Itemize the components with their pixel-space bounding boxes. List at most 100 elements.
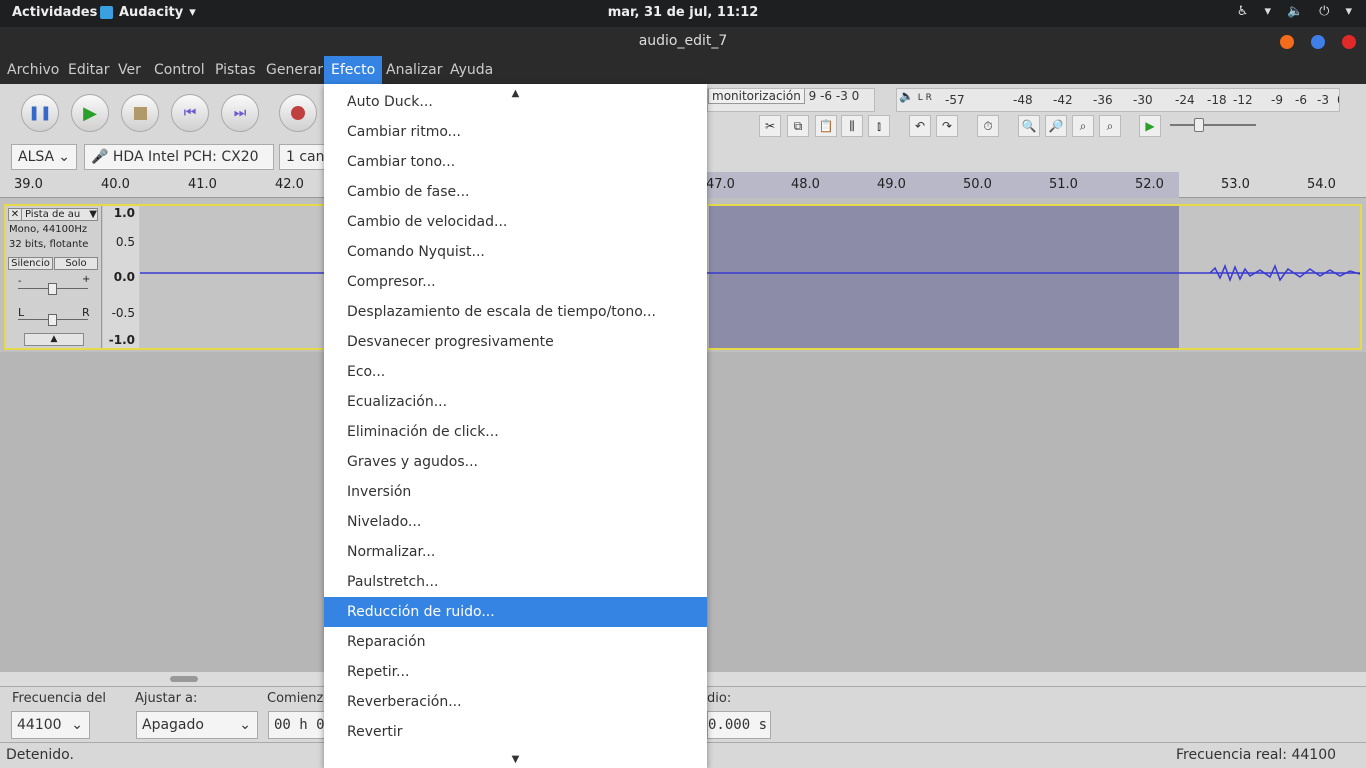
activities-button[interactable]: Actividades [12,5,97,20]
ruler-tick: 42.0 [275,177,304,192]
fit-selection-icon: ⌕ [1079,118,1087,133]
selection-start-value: 00 h 00 [274,717,325,733]
end-label: dio: [707,691,732,706]
menu-item[interactable]: Eco... [324,357,707,387]
play-speed-slider[interactable] [1170,124,1256,126]
menu-editar[interactable]: Editar [61,56,116,84]
menu-item[interactable]: Cambio de velocidad... [324,207,707,237]
skip-end-button[interactable]: ⏭ [221,94,259,132]
menu-item[interactable]: Auto Duck... [324,87,707,117]
project-rate-select[interactable]: 44100 ⌄ [11,711,90,739]
audio-host-select[interactable]: ALSA ⌄ [11,144,77,170]
menu-item[interactable]: Nivelado... [324,507,707,537]
play-button[interactable]: ▶ [71,94,109,132]
chevron-down-icon[interactable]: ▾ [1345,4,1352,19]
solo-button[interactable]: Solo [54,257,98,270]
skip-start-button[interactable]: ⏮ [171,94,209,132]
track-name-bar[interactable]: ✕ Pista de au ▼ [8,208,98,221]
waveform-area[interactable] [140,206,1360,348]
menu-ayuda[interactable]: Ayuda [443,56,500,84]
menu-archivo[interactable]: Archivo [0,56,66,84]
chevron-down-icon[interactable]: ▼ [89,209,97,220]
record-meter[interactable]: monitorización 9 -6 -3 0 [707,88,875,112]
silence-button[interactable]: ⫾ [868,115,890,137]
fit-selection-button[interactable]: ⌕ [1072,115,1094,137]
pan-slider-thumb[interactable] [48,314,57,326]
scale-label: -1.0 [108,333,135,347]
menu-item[interactable]: Graves y agudos... [324,447,707,477]
track-name: Pista de au [25,209,81,220]
minimize-button[interactable] [1280,35,1294,49]
menu-scroll-down[interactable]: ▼ [324,752,707,766]
cut-button[interactable]: ✂ [759,115,781,137]
accessibility-icon[interactable]: ♿ [1237,4,1249,19]
stop-button[interactable] [121,94,159,132]
fit-project-button[interactable]: ⌕ [1099,115,1121,137]
channels-select[interactable]: 1 cana [279,144,325,170]
menu-control[interactable]: Control [147,56,212,84]
volume-icon[interactable]: 🔈 [1287,4,1303,19]
collapse-track-button[interactable]: ▲ [24,333,84,346]
menu-item[interactable]: Reverberación... [324,687,707,717]
app-menu[interactable]: Audacity ▾ [100,5,196,20]
menu-item[interactable]: Desvanecer progresivamente [324,327,707,357]
play-at-speed-button[interactable]: ▶ [1139,115,1161,137]
gain-slider-thumb[interactable] [48,283,57,295]
pan-right: R [82,306,90,319]
chevron-down-icon[interactable]: ▾ [1264,4,1271,19]
redo-button[interactable]: ↷ [936,115,958,137]
playback-meter[interactable]: 🔈 L R -57-48-42-36-30-24-18-12-9-6-30 [896,88,1340,112]
clock[interactable]: mar, 31 de jul, 11:12 [0,5,1366,20]
trim-button[interactable]: ⫼ [841,115,863,137]
record-icon [291,106,305,120]
fit-project-icon: ⌕ [1106,118,1114,133]
menu-item[interactable]: Eliminación de click... [324,417,707,447]
play-speed-thumb[interactable] [1194,118,1204,132]
stop-icon [133,106,147,120]
menu-item[interactable]: Cambiar tono... [324,147,707,177]
maximize-button[interactable] [1311,35,1325,49]
input-device-select[interactable]: 🎤 HDA Intel PCH: CX20 [84,144,274,170]
menu-item[interactable]: Compresor... [324,267,707,297]
mute-button[interactable]: Silencio [8,257,53,270]
menu-item[interactable]: Paulstretch... [324,567,707,597]
rate-label: Frecuencia del [12,691,106,706]
selection-start-field[interactable]: 00 h 00 [268,711,326,739]
ruler-selection [707,172,1179,198]
menu-item[interactable]: Comando Nyquist... [324,237,707,267]
sync-lock-button[interactable]: ⏱ [977,115,999,137]
paste-button[interactable]: 📋 [815,115,837,137]
menu-item[interactable]: Cambiar ritmo... [324,117,707,147]
menu-item[interactable]: Inversión [324,477,707,507]
menu-item[interactable]: Repetir... [324,657,707,687]
scissors-icon: ✂ [764,119,776,133]
menu-ver[interactable]: Ver [111,56,148,84]
selection-end-field[interactable]: 0.000 s [707,711,771,739]
menu-analizar[interactable]: Analizar [379,56,450,84]
menu-item[interactable]: Reducción de ruido... [324,597,707,627]
snap-select[interactable]: Apagado ⌄ [136,711,258,739]
zoom-in-button[interactable]: 🔍 [1018,115,1040,137]
menu-item[interactable]: Revertir [324,717,707,747]
effect-menu: ▲ Auto Duck... Cambiar ritmo... Cambiar to… [324,84,707,768]
menu-generar[interactable]: Generar [259,56,330,84]
menu-efecto[interactable]: Efecto [324,56,383,84]
menu-item[interactable]: Normalizar... [324,537,707,567]
menu-pistas[interactable]: Pistas [208,56,263,84]
close-icon[interactable]: ✕ [9,209,22,220]
zoom-out-button[interactable]: 🔎 [1045,115,1067,137]
undo-button[interactable]: ↶ [909,115,931,137]
menu-item[interactable]: Ecualización... [324,387,707,417]
copy-button[interactable]: ⧉ [787,115,809,137]
window-titlebar[interactable]: audio_edit_7 [0,27,1366,56]
menu-item[interactable]: Desplazamiento de escala de tiempo/tono.… [324,297,707,327]
system-tray[interactable]: ♿ ▾ 🔈 ⏻ ▾ [1237,4,1352,19]
scroll-thumb[interactable] [170,676,198,682]
close-button[interactable] [1342,35,1356,49]
menu-item[interactable]: Cambio de fase... [324,177,707,207]
pause-button[interactable]: ❚❚ [21,94,59,132]
menu-item[interactable]: Reparación [324,627,707,657]
power-icon[interactable]: ⏻ [1319,4,1329,19]
record-button[interactable] [279,94,317,132]
chevron-down-icon: ⌄ [58,149,70,165]
